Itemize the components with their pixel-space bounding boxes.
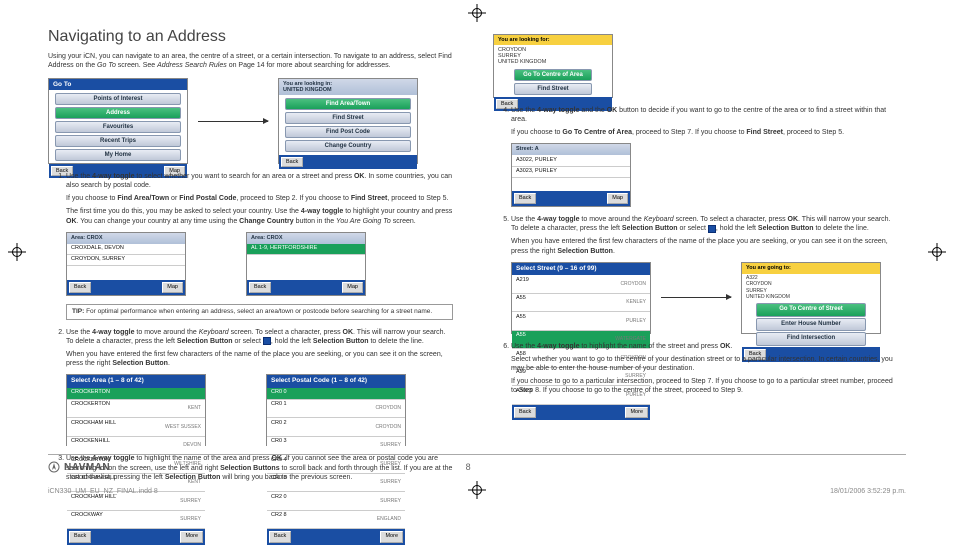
centre-btn: Find Street <box>514 83 592 95</box>
page-title: Navigating to an Address <box>48 28 453 46</box>
list-item: CROYDON, SURREY <box>67 255 185 266</box>
list-item: A219CROYDON <box>512 275 650 294</box>
screen-kb-area: Area: CROX CROXDALE, DEVON CROYDON, SURR… <box>66 232 186 296</box>
goto-item: Points of Interest <box>55 93 181 105</box>
final-btn: Find Intersection <box>756 332 866 346</box>
list-item: A55PURLEY <box>512 312 650 331</box>
brand-logo: NAVMAN <box>48 461 110 473</box>
final-btn: Enter House Number <box>756 318 866 332</box>
list-item-selected: CROCKERTON <box>67 388 205 400</box>
screen-kb-post: Area: CROX AL 1-9, HERTFORDSHIRE BackMap <box>246 232 366 296</box>
list-item: CR2 0SURREY <box>267 492 405 511</box>
list-item: A55KENLEY <box>512 294 650 313</box>
indd-stamp: 18/01/2006 3:52:29 p.m. <box>830 488 906 495</box>
list-item: CROXDALE, DEVON <box>67 244 185 255</box>
find-item-selected: Find Area/Town <box>285 98 411 110</box>
step-2: Use the 4-way toggle to move around the … <box>66 328 453 446</box>
step-5: Use the 4-way toggle to move around the … <box>511 215 898 333</box>
delete-icon <box>708 225 716 233</box>
list-item: CROCKERTONKENT <box>67 400 205 419</box>
goto-item: Recent Trips <box>55 135 181 147</box>
step-4: Use the 4-way toggle and the OK button t… <box>511 106 898 207</box>
list-item-selected: CR0 0 <box>267 388 405 400</box>
list-item: CR0 3SURREY <box>267 437 405 456</box>
list-item: CROCKHAM HILLSURREY <box>67 492 205 511</box>
list-item: A3022, PURLEY <box>512 155 630 166</box>
goto-item: Favourites <box>55 121 181 133</box>
goto-item: My Home <box>55 149 181 161</box>
screen-goto: Go To Points of Interest Address Favouri… <box>48 78 188 164</box>
goto-item-selected: Address <box>55 107 181 119</box>
screen-select-area: Select Area (1 – 8 of 42) CROCKERTON CRO… <box>66 374 206 446</box>
navman-icon <box>48 461 60 473</box>
list-item: CR0 2CROYDON <box>267 418 405 437</box>
final-btn-selected: Go To Centre of Street <box>756 303 866 317</box>
screen-select-post: Select Postal Code (1 – 8 of 42) CR0 0 C… <box>266 374 406 446</box>
list-item: CR2 8ENGLAND <box>267 511 405 530</box>
intro-text: Using your iCN, you can navigate to an a… <box>48 52 453 70</box>
indd-file: iCN330_UM_EU_NZ_FINAL.indd 8 <box>48 488 158 495</box>
find-item: Change Country <box>285 140 411 152</box>
arrow-icon <box>661 297 731 298</box>
screen-kb-street: Street: A A3022, PURLEY A3023, PURLEY Ba… <box>511 143 631 207</box>
reg-mark-left <box>8 243 26 261</box>
delete-icon <box>263 337 271 345</box>
screen-select-street: Select Street (9 – 16 of 99) A219CROYDON… <box>511 262 651 334</box>
page-number: 8 <box>466 462 471 472</box>
reg-mark-right <box>928 243 946 261</box>
screen-find: You are looking in:UNITED KINGDOM Find A… <box>278 78 418 164</box>
list-item: CR0 1CROYDON <box>267 400 405 419</box>
find-item: Find Post Code <box>285 126 411 138</box>
list-item: CROCKENHILLDEVON <box>67 437 205 456</box>
tip-box: TIP: For optimal performance when enteri… <box>66 304 453 320</box>
step-1: Use the 4-way toggle to select whether y… <box>66 172 453 320</box>
list-item: CROCKWAYSURREY <box>67 511 205 530</box>
centre-btn-selected: Go To Centre of Area <box>514 69 592 81</box>
find-item: Find Street <box>285 112 411 124</box>
screen-centre-area: You are looking for: CROYDON SURREY UNIT… <box>493 34 613 98</box>
screen-going-to: You are going to: A322 CROYDON SURREY UN… <box>741 262 881 334</box>
list-item-selected: AL 1-9, HERTFORDSHIRE <box>247 244 365 255</box>
arrow-icon <box>198 121 268 122</box>
reg-mark-top <box>468 4 486 22</box>
list-item: CROCKHAM HILLWEST SUSSEX <box>67 418 205 437</box>
list-item: A3023, PURLEY <box>512 167 630 178</box>
